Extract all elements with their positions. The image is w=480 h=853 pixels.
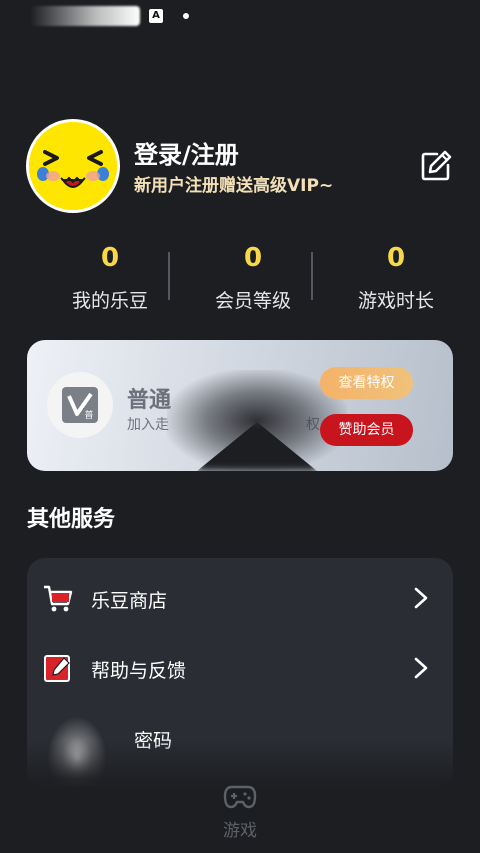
list-item-bean-store[interactable]: 乐豆商店 — [27, 562, 453, 632]
chevron-right-icon — [413, 586, 429, 610]
feedback-edit-icon — [42, 652, 74, 684]
avatar[interactable] — [26, 119, 120, 213]
stats-row: 0 我的乐豆 0 会员等级 0 游戏时长 — [0, 240, 480, 320]
smiley-avatar-icon — [29, 122, 117, 210]
stat-play-time[interactable]: 0 游戏时长 — [316, 240, 476, 313]
edit-icon — [421, 150, 452, 181]
tab-label: 游戏 — [223, 821, 257, 841]
bottom-tab-bar: 游戏 — [0, 780, 480, 853]
stat-value: 0 — [100, 243, 120, 273]
list-item-label: 乐豆商店 — [91, 590, 168, 612]
vip-card[interactable]: 普 普通 加入走 权 查看特权 赞助会员 — [27, 340, 453, 471]
stat-lebeans[interactable]: 0 我的乐豆 — [30, 240, 190, 313]
stat-member-level[interactable]: 0 会员等级 — [173, 240, 333, 313]
cart-icon — [42, 582, 74, 614]
vip-level-title: 普通 — [127, 388, 172, 413]
svg-text:普: 普 — [84, 409, 93, 421]
notification-dot-icon — [183, 13, 189, 19]
gamepad-icon — [223, 784, 257, 810]
sponsor-member-button[interactable]: 赞助会员 — [320, 414, 413, 446]
promo-text: 新用户注册赠送高级VIP~ — [134, 176, 334, 196]
tab-games[interactable]: 游戏 — [210, 784, 270, 841]
profile-header: 登录/注册 新用户注册赠送高级VIP~ — [26, 119, 456, 213]
stat-divider — [168, 252, 170, 300]
other-services-heading: 其他服务 — [27, 507, 116, 532]
normal-member-icon: 普 — [47, 372, 113, 438]
status-badge: A — [149, 9, 163, 23]
edit-profile-button[interactable] — [419, 149, 453, 183]
stat-divider — [311, 252, 313, 300]
view-privileges-button[interactable]: 查看特权 — [320, 367, 413, 399]
list-item-label: 帮助与反馈 — [91, 660, 187, 682]
status-bar: A — [0, 0, 480, 34]
member-badge-icon: 普 — [62, 387, 98, 423]
login-register-link[interactable]: 登录/注册 — [134, 135, 239, 170]
stat-label: 会员等级 — [214, 290, 291, 312]
status-bar-blur — [30, 6, 140, 26]
stat-label: 我的乐豆 — [71, 290, 148, 312]
stat-value: 0 — [386, 243, 406, 273]
stat-label: 游戏时长 — [357, 290, 434, 312]
stat-value: 0 — [243, 243, 263, 273]
list-item-help-feedback[interactable]: 帮助与反馈 — [27, 632, 453, 702]
vip-subtitle: 加入走 — [127, 417, 169, 433]
chevron-right-icon — [413, 656, 429, 680]
